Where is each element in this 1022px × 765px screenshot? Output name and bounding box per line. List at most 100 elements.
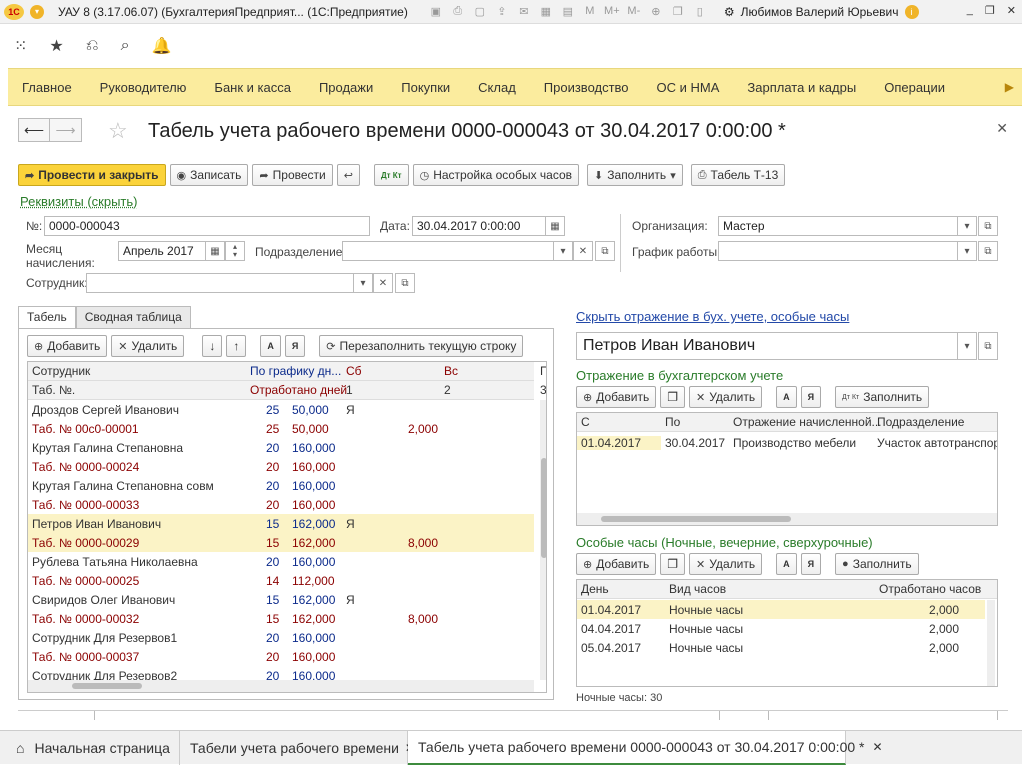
table-row[interactable]: Таб. № 00с0-00001 25 50,000 2,000	[28, 419, 534, 438]
department-open-icon[interactable]: ⧉	[595, 241, 615, 261]
acc-copy-button[interactable]: ❐	[660, 386, 686, 408]
refill-row-button[interactable]: ⟳ Перезаполнить текущую строку	[319, 335, 524, 357]
cell-schedule-days[interactable]: 15	[266, 517, 279, 531]
acc-cell-department[interactable]: Участок автотранспорта	[877, 436, 997, 450]
sp-cell-type[interactable]: Ночные часы	[669, 641, 743, 655]
acc-col-department[interactable]: Подразделение	[877, 415, 964, 429]
column-header-day-2[interactable]: 2	[444, 383, 451, 397]
table-row[interactable]: Дроздов Сергей Иванович 25 50,000 Я	[28, 400, 534, 419]
acc-cell-from[interactable]: 01.04.2017	[577, 435, 661, 450]
post-and-close-button[interactable]: ➦ Провести и закрыть	[18, 164, 166, 186]
sp-add-button[interactable]: ⊕ Добавить	[576, 553, 657, 575]
date-field[interactable]: 30.04.2017 0:00:00	[412, 216, 546, 236]
cell-worked-hours[interactable]: 160,000	[292, 460, 335, 474]
table-row[interactable]: Таб. № 0000-00024 20 160,000	[28, 457, 534, 476]
comment-field[interactable]	[94, 711, 720, 720]
column-header-day-1[interactable]: 1	[346, 383, 353, 397]
table-row[interactable]: Свиридов Олег Иванович 15 162,000 Я	[28, 590, 534, 609]
menu-item-purchases[interactable]: Покупки	[387, 80, 464, 95]
cell-day-1-mark[interactable]: Я	[346, 517, 355, 531]
number-field[interactable]: 0000-000043	[44, 216, 370, 236]
cell-schedule-hours[interactable]: 162,000	[292, 593, 335, 607]
memory-mplus-icon[interactable]: M+	[604, 5, 620, 18]
move-up-button[interactable]: ↑	[226, 335, 247, 357]
table-row[interactable]: 04.04.2017 Ночные часы 2,000	[577, 619, 985, 638]
organization-dropdown-icon[interactable]: ▾	[957, 216, 977, 236]
requisites-toggle-link[interactable]: Реквизиты (скрыть)	[20, 194, 137, 209]
sp-cell-type[interactable]: Ночные часы	[669, 622, 743, 636]
tab-home-page[interactable]: ⌂ Начальная страница	[0, 730, 180, 765]
calendar-picker-icon[interactable]: ▦	[545, 216, 565, 236]
cell-tab-number[interactable]: Таб. № 0000-00024	[32, 460, 139, 474]
cell-worked-days[interactable]: 15	[266, 612, 279, 626]
memory-m-icon[interactable]: M	[582, 5, 598, 18]
print-icon[interactable]: ⎙	[450, 5, 466, 18]
delete-row-button[interactable]: ✕ Удалить	[111, 335, 185, 357]
cell-day-1-mark[interactable]: Я	[346, 403, 355, 417]
notifications-bell-icon[interactable]: 🔔	[152, 36, 172, 56]
cell-worked-days[interactable]: 15	[266, 536, 279, 550]
acc-col-to[interactable]: По	[665, 415, 680, 429]
grid-horizontal-scrollbar[interactable]	[28, 680, 534, 692]
cell-schedule-days[interactable]: 20	[266, 555, 279, 569]
menu-item-bank[interactable]: Банк и касса	[200, 80, 305, 95]
apps-grid-icon[interactable]: ⁙	[14, 36, 27, 56]
sp-cell-type[interactable]: Ночные часы	[669, 603, 743, 617]
cell-schedule-hours[interactable]: 160,000	[292, 479, 335, 493]
table-row[interactable]: Сотрудник Для Резервов1 20 160,000	[28, 628, 534, 647]
cell-schedule-hours[interactable]: 160,000	[292, 631, 335, 645]
cell-day-1-hours[interactable]: 8,000	[408, 536, 438, 550]
cell-schedule-hours[interactable]: 50,000	[292, 403, 329, 417]
special-hours-settings-button[interactable]: ◷ Настройка особых часов	[412, 164, 580, 186]
close-window-icon[interactable]: ✕	[1007, 4, 1016, 17]
cell-employee[interactable]: Петров Иван Иванович	[32, 517, 161, 531]
cell-worked-hours[interactable]: 162,000	[292, 536, 335, 550]
cell-tab-number[interactable]: Таб. № 0000-00025	[32, 574, 139, 588]
month-spinner[interactable]: ▴ ▾	[225, 241, 245, 261]
post-button[interactable]: ➦ Провести	[252, 164, 333, 186]
search-icon[interactable]: ⌕	[121, 37, 130, 55]
table-row[interactable]: 01.04.2017 30.04.2017 Производство мебел…	[577, 433, 997, 452]
acc-col-reflection[interactable]: Отражение начисленной...	[733, 415, 882, 429]
sp-col-hours[interactable]: Отработано часов	[879, 582, 981, 596]
department-clear-icon[interactable]: ✕	[573, 241, 593, 261]
cell-schedule-hours[interactable]: 160,000	[292, 441, 335, 455]
tab-current-timesheet[interactable]: Табель учета рабочего времени 0000-00004…	[408, 730, 883, 765]
schedule-dropdown-icon[interactable]: ▾	[957, 241, 977, 261]
employee-dropdown-icon[interactable]: ▾	[353, 273, 373, 293]
calendar-icon[interactable]: ▤	[560, 5, 576, 18]
cell-employee[interactable]: Рублева Татьяна Николаевна	[32, 555, 198, 569]
column-header-day-3[interactable]: 3	[540, 383, 546, 397]
column-header-tab-number[interactable]: Таб. №.	[32, 383, 75, 397]
tab-timesheets-list[interactable]: Табели учета рабочего времени✕	[180, 730, 415, 765]
employee-clear-icon[interactable]: ✕	[373, 273, 393, 293]
cell-tab-number[interactable]: Таб. № 00с0-00001	[32, 422, 139, 436]
selected-employee-open-icon[interactable]: ⧉	[978, 332, 998, 360]
menu-item-operations[interactable]: Операции	[870, 80, 959, 95]
selected-employee-field[interactable]: Петров Иван Иванович	[576, 332, 958, 360]
calculator-icon[interactable]: ▦	[538, 5, 554, 18]
employee-open-icon[interactable]: ⧉	[395, 273, 415, 293]
sort-desc-button[interactable]: Я	[284, 335, 306, 357]
column-header-employee[interactable]: Сотрудник	[32, 364, 90, 378]
sp-sort-desc-button[interactable]: Я	[800, 553, 822, 575]
tab-timesheet[interactable]: Табель	[18, 306, 76, 328]
sp-copy-button[interactable]: ❐	[660, 553, 686, 575]
table-row[interactable]: Рублева Татьяна Николаевна 20 160,000	[28, 552, 534, 571]
column-header-sat[interactable]: Сб	[346, 364, 362, 378]
zoom-icon[interactable]: ⊕	[648, 5, 664, 18]
cell-day-1-mark[interactable]: Я	[346, 593, 355, 607]
table-row[interactable]: 01.04.2017 Ночные часы 2,000	[577, 600, 985, 619]
selected-employee-dropdown-icon[interactable]: ▾	[957, 332, 977, 360]
acc-delete-button[interactable]: ✕ Удалить	[689, 386, 763, 408]
save-icon[interactable]: ▣	[428, 5, 444, 18]
menu-item-warehouse[interactable]: Склад	[464, 80, 530, 95]
acc-cell-reflection[interactable]: Производство мебели	[733, 436, 856, 450]
forward-button[interactable]: ⟶	[50, 118, 82, 142]
sp-col-type[interactable]: Вид часов	[669, 582, 726, 596]
acc-fill-button[interactable]: Дт Кт Заполнить	[835, 386, 930, 408]
cell-worked-days[interactable]: 20	[266, 498, 279, 512]
fill-button[interactable]: ⬇ Заполнить ▾	[587, 164, 683, 186]
tab-summary-table[interactable]: Сводная таблица	[75, 306, 191, 328]
cell-tab-number[interactable]: Таб. № 0000-00032	[32, 612, 139, 626]
